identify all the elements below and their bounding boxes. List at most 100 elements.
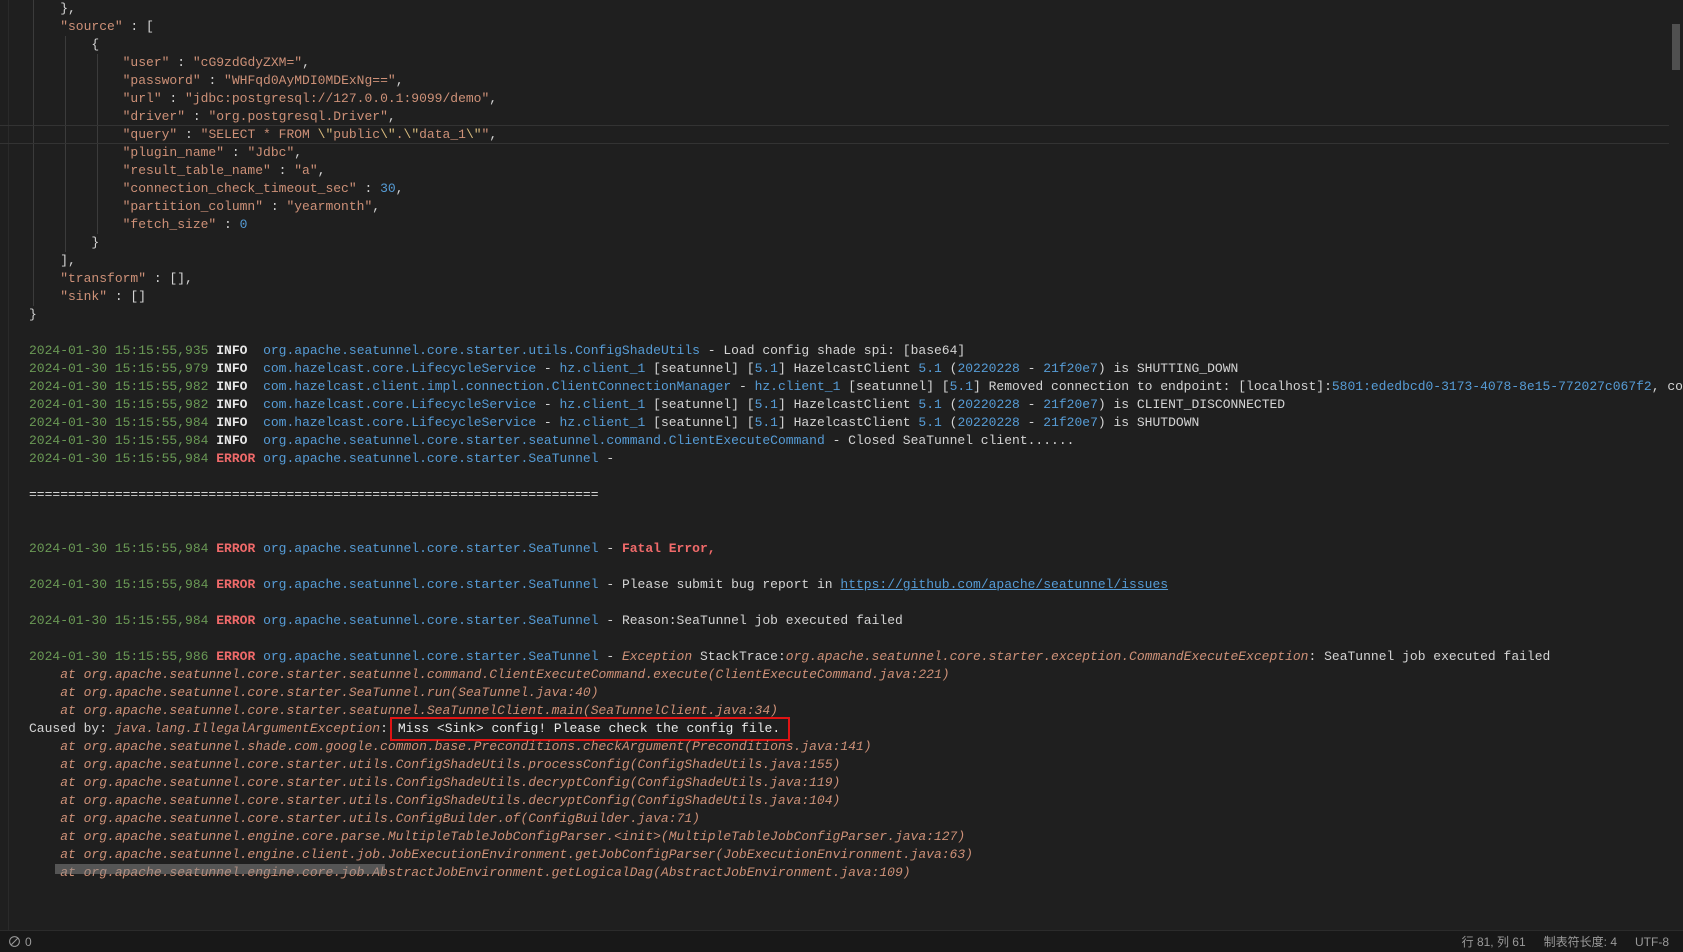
- code-token: StackTrace:: [692, 649, 786, 664]
- code-token: ] Removed connection to endpoint: [local…: [973, 379, 1332, 394]
- code-token: - Load config shade spi: [base64]: [700, 343, 965, 358]
- code-token: at org.apache.seatunnel.engine.client.jo…: [29, 847, 973, 862]
- code-token: 20220228: [957, 415, 1019, 430]
- horizontal-scrollbar-thumb[interactable]: [55, 864, 385, 874]
- status-cursor-position[interactable]: 行 81, 列 61: [1462, 933, 1526, 950]
- code-token: [255, 577, 263, 592]
- code-token: com.hazelcast.core.LifecycleService: [263, 361, 536, 376]
- code-area[interactable]: }, "source" : [ { "user" : "cG9zdGdyZXM=…: [0, 0, 1683, 882]
- status-encoding[interactable]: UTF-8: [1635, 935, 1669, 949]
- code-token: public: [333, 127, 380, 142]
- code-token: 30: [380, 181, 396, 196]
- code-token: -: [1020, 397, 1043, 412]
- vertical-scrollbar-thumb[interactable]: [1672, 24, 1680, 70]
- code-token: \": [466, 127, 482, 142]
- code-line: at org.apache.seatunnel.core.starter.uti…: [29, 792, 1683, 810]
- code-token: ,: [388, 109, 396, 124]
- code-token: org.apache.seatunnel.core.starter.SeaTun…: [263, 541, 598, 556]
- code-line: at org.apache.seatunnel.core.starter.uti…: [29, 756, 1683, 774]
- code-token: INFO: [216, 415, 247, 430]
- code-token: hz.client_1: [560, 415, 646, 430]
- code-token: [247, 415, 263, 430]
- code-line: 2024-01-30 15:15:55,935 INFO org.apache.…: [29, 342, 1683, 360]
- code-token: ,: [318, 163, 326, 178]
- code-token: ,: [489, 91, 497, 106]
- code-token: 21f20e7: [1043, 397, 1098, 412]
- code-line: 2024-01-30 15:15:55,984 ERROR org.apache…: [29, 540, 1683, 558]
- code-line: 2024-01-30 15:15:55,982 INFO com.hazelca…: [29, 378, 1683, 396]
- code-token: :: [271, 163, 294, 178]
- code-token: -: [536, 415, 559, 430]
- code-token: :: [263, 199, 286, 214]
- code-token: -: [1020, 415, 1043, 430]
- code-token: [seatunnel] [: [645, 361, 754, 376]
- code-token: ,: [302, 55, 310, 70]
- code-token: .: [396, 127, 404, 142]
- code-token: 20220228: [957, 361, 1019, 376]
- code-token: at org.apache.seatunnel.core.starter.Sea…: [29, 685, 599, 700]
- code-line: ],: [29, 252, 1683, 270]
- editor[interactable]: }, "source" : [ { "user" : "cG9zdGdyZXM=…: [0, 0, 1683, 930]
- code-token: org.apache.seatunnel.core.starter.SeaTun…: [263, 649, 598, 664]
- code-token: 5.1: [918, 415, 941, 430]
- code-token: "jdbc:postgresql://127.0.0.1:9099/demo": [185, 91, 489, 106]
- bug-report-link[interactable]: https://github.com/apache/seatunnel/issu…: [840, 577, 1168, 592]
- code-token: hz.client_1: [560, 361, 646, 376]
- code-line: [29, 504, 1683, 522]
- code-token: -: [536, 361, 559, 376]
- code-line: 2024-01-30 15:15:55,979 INFO com.hazelca…: [29, 360, 1683, 378]
- code-token: :: [357, 181, 380, 196]
- code-token: 5.1: [918, 361, 941, 376]
- code-token: INFO: [216, 361, 247, 376]
- code-token: at org.apache.seatunnel.core.starter.uti…: [29, 775, 840, 790]
- code-line: [29, 630, 1683, 648]
- code-token: :: [169, 55, 192, 70]
- status-problems[interactable]: 0: [0, 935, 32, 949]
- code-line: "password" : "WHFqd0AyMDI0MDExNg==",: [29, 72, 1683, 90]
- code-token: 2024-01-30 15:15:55,982: [29, 379, 208, 394]
- code-token: \": [404, 127, 420, 142]
- code-line: "connection_check_timeout_sec" : 30,: [29, 180, 1683, 198]
- code-line: "sink" : []: [29, 288, 1683, 306]
- code-token: hz.client_1: [560, 397, 646, 412]
- code-token: 2024-01-30 15:15:55,984: [29, 577, 208, 592]
- code-line: {: [29, 36, 1683, 54]
- code-token: ========================================…: [29, 487, 599, 502]
- vertical-scrollbar[interactable]: [1669, 0, 1683, 930]
- code-token: org.apache.seatunnel.core.starter.SeaTun…: [263, 613, 598, 628]
- code-line: }: [29, 306, 1683, 324]
- code-token: 2024-01-30 15:15:55,986: [29, 649, 208, 664]
- code-token: "password": [29, 73, 201, 88]
- code-token: -: [536, 397, 559, 412]
- code-token: INFO: [216, 397, 247, 412]
- code-token: 2024-01-30 15:15:55,984: [29, 415, 208, 430]
- code-token: at org.apache.seatunnel.shade.com.google…: [29, 739, 872, 754]
- code-token: :: [216, 217, 239, 232]
- code-line: at org.apache.seatunnel.core.starter.sea…: [29, 702, 1683, 720]
- code-token: "plugin_name": [29, 145, 224, 160]
- code-line: at org.apache.seatunnel.engine.client.jo…: [29, 846, 1683, 864]
- code-line: [29, 468, 1683, 486]
- code-line: 2024-01-30 15:15:55,982 INFO com.hazelca…: [29, 396, 1683, 414]
- code-token: com.hazelcast.core.LifecycleService: [263, 397, 536, 412]
- code-token: ] HazelcastClient: [778, 397, 918, 412]
- code-token: ERROR: [216, 613, 255, 628]
- code-token: ] HazelcastClient: [778, 361, 918, 376]
- code-token: Fatal Error,: [622, 541, 716, 556]
- code-token: (: [942, 361, 958, 376]
- code-token: data_1: [419, 127, 466, 142]
- code-token: ,: [294, 145, 302, 160]
- code-token: "yearmonth": [286, 199, 372, 214]
- code-token: : []: [107, 289, 146, 304]
- problems-count: 0: [25, 935, 32, 949]
- code-line: [29, 558, 1683, 576]
- code-line: 2024-01-30 15:15:55,984 INFO org.apache.…: [29, 432, 1683, 450]
- code-token: "a": [294, 163, 317, 178]
- code-line: 2024-01-30 15:15:55,984 INFO com.hazelca…: [29, 414, 1683, 432]
- code-token: \": [318, 127, 334, 142]
- code-token: "user": [29, 55, 169, 70]
- status-tab-size[interactable]: 制表符长度: 4: [1544, 933, 1617, 950]
- code-token: :: [162, 91, 185, 106]
- code-token: ,: [396, 73, 404, 88]
- code-line: "result_table_name" : "a",: [29, 162, 1683, 180]
